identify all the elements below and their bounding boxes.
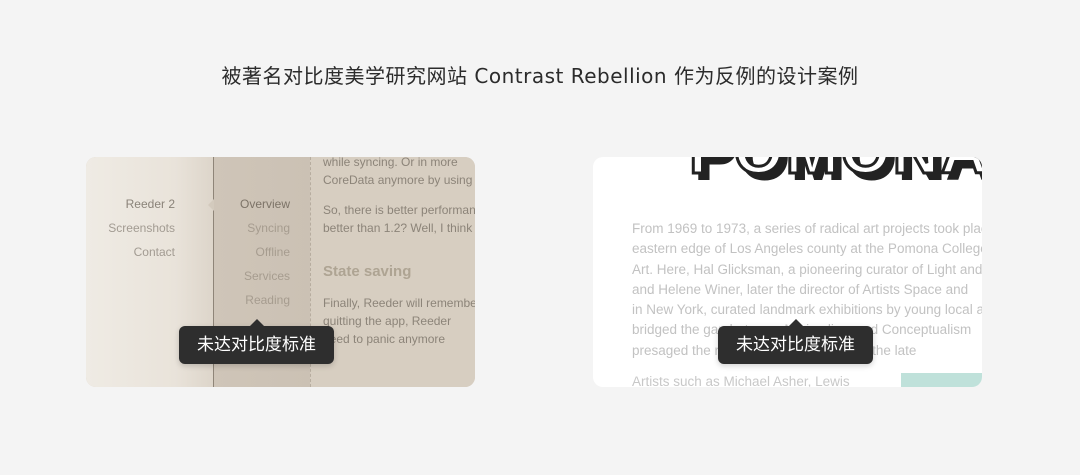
sidebar-item-reeder[interactable]: Reeder 2 xyxy=(126,197,175,211)
contrast-fail-tooltip-right: 未达对比度标准 xyxy=(718,319,873,364)
article-line: need to panic anymore xyxy=(323,332,446,346)
subnav-item-syncing[interactable]: Syncing xyxy=(247,221,290,235)
article-line: CoreData anymore by using xyxy=(323,173,473,187)
artists-line: Artists such as Michael Asher, Lewis xyxy=(632,374,850,387)
subnav-item-offline[interactable]: Offline xyxy=(256,245,290,259)
article-section-heading: State saving xyxy=(323,263,412,280)
article-line: quitting the app, Reeder xyxy=(323,314,452,328)
accent-block xyxy=(901,373,982,387)
article-line: while syncing. Or in more xyxy=(323,157,458,169)
sidebar-item-screenshots[interactable]: Screenshots xyxy=(108,221,175,235)
body-line: and Helene Winer, later the director of … xyxy=(632,281,969,297)
body-line: From 1969 to 1973, a series of radical a… xyxy=(632,221,982,236)
subnav-item-reading[interactable]: Reading xyxy=(245,293,290,307)
article-line: Finally, Reeder will remember xyxy=(323,296,475,310)
pomona-logo: POMONA POMONA xyxy=(689,157,982,189)
article-line: better than 1.2? Well, I think so xyxy=(323,221,475,235)
article-line: So, there is better performance xyxy=(323,203,475,217)
body-line: Art. Here, Hal Glicksman, a pioneering c… xyxy=(632,261,982,277)
subnav-item-services[interactable]: Services xyxy=(244,269,290,283)
reeder-article: while syncing. Or in more CoreData anymo… xyxy=(311,157,475,387)
selection-pointer-icon xyxy=(208,199,214,211)
sidebar-item-contact[interactable]: Contact xyxy=(134,245,175,259)
body-line: eastern edge of Los Angeles county at th… xyxy=(632,241,982,257)
logo-text: POMONA xyxy=(689,157,982,187)
page-title: 被著名对比度美学研究网站 Contrast Rebellion 作为反例的设计案… xyxy=(221,64,859,88)
body-line: in New York, curated landmark exhibition… xyxy=(632,302,982,318)
subnav-item-overview[interactable]: Overview xyxy=(240,197,290,211)
contrast-fail-tooltip-left: 未达对比度标准 xyxy=(179,319,334,364)
